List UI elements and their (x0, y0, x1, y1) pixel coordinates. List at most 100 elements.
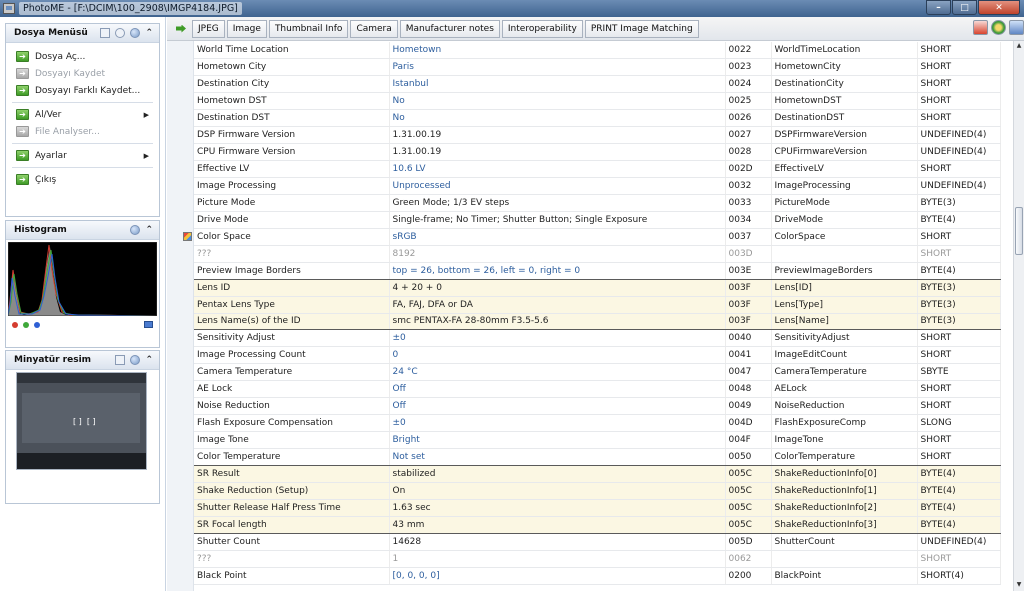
tab-jpeg[interactable]: JPEG (192, 19, 225, 38)
cell-field: DSPFirmwareVersion (771, 126, 918, 145)
cell-name: Color Space (194, 228, 390, 246)
cell-name: Preview Image Borders (194, 262, 390, 280)
tab-manufacturer-notes[interactable]: Manufacturer notes (399, 19, 500, 38)
cell-field: ShakeReductionInfo[1] (771, 482, 918, 500)
table-row[interactable]: Destination DST No 0026 DestinationDST SHORT (194, 109, 1001, 128)
cell-value: 0 (389, 346, 726, 365)
file-menu-header[interactable]: Dosya Menüsü ⌃ (6, 24, 159, 43)
table-row[interactable]: Lens ID 4 + 20 + 0 003F Lens[ID] BYTE(3) (194, 279, 1001, 297)
histogram-scale-icon[interactable] (144, 321, 153, 328)
cell-name: Hometown City (194, 58, 390, 77)
cell-tag: 0027 (725, 126, 772, 145)
table-row[interactable]: Effective LV 10.6 LV 002D EffectiveLV SHORT (194, 160, 1001, 178)
table-row[interactable]: Destination City Istanbul 0024 DestinationC… (194, 75, 1001, 94)
table-row[interactable]: World Time Location Hometown 0022 WorldTime… (194, 42, 1001, 60)
cell-value: 10.6 LV (389, 160, 726, 178)
table-row[interactable]: Drive Mode Single-frame; No Timer; Shutte… (194, 211, 1001, 229)
cell-tag: 0025 (725, 92, 772, 111)
menu-item-label: File Analyser... (35, 126, 100, 137)
table-row[interactable]: Image Processing Unprocessed 0032 ImageProc… (194, 177, 1001, 195)
menu-item[interactable]: ➔ Dosya Aç... (6, 48, 159, 65)
table-row[interactable]: Image Tone Bright 004F ImageTone SHORT (194, 431, 1001, 449)
collapse-icon[interactable]: ⌃ (145, 355, 153, 365)
table-row[interactable]: Preview Image Borders top = 26, bottom = … (194, 262, 1001, 280)
blue-channel-icon[interactable] (34, 322, 40, 328)
cell-tag: 003F (725, 296, 772, 314)
red-channel-icon[interactable] (12, 322, 18, 328)
collapse-icon[interactable]: ⌃ (145, 225, 153, 235)
cell-tag: 005C (725, 499, 772, 517)
tab-camera[interactable]: Camera (350, 19, 398, 38)
help-icon[interactable] (130, 225, 141, 235)
table-row[interactable]: AE Lock Off 0048 AELock SHORT (194, 380, 1001, 399)
menu-item[interactable]: ➔ Dosyayı Farklı Kaydet... (6, 82, 159, 99)
green-channel-icon[interactable] (23, 322, 29, 328)
menu-item[interactable]: ➔ Çıkış (6, 171, 159, 188)
table-row[interactable]: Lens Name(s) of the ID smc PENTAX-FA 28-8… (194, 313, 1001, 331)
histogram-svg (8, 242, 157, 316)
table-row[interactable]: Shutter Release Half Press Time 1.63 sec 0… (194, 499, 1001, 517)
menu-item[interactable]: ➔ Al/Ver ▶ (6, 106, 159, 123)
table-row[interactable]: SR Result stabilized 005C ShakeReductionInf… (194, 465, 1001, 483)
table-row[interactable]: Hometown DST No 0025 HometownDST SHORT (194, 92, 1001, 111)
app-icon[interactable] (3, 3, 15, 14)
table-row[interactable]: Pentax Lens Type FA, FAJ, DFA or DA 003F Le… (194, 296, 1001, 314)
scroll-down-icon[interactable]: ▼ (1014, 580, 1024, 590)
cell-value: Not set (389, 448, 726, 466)
table-row[interactable]: Noise Reduction Off 0049 NoiseReduction SHOR… (194, 397, 1001, 416)
menu-item: ➔ Dosyayı Kaydet (6, 65, 159, 82)
scroll-thumb[interactable] (1015, 207, 1023, 255)
table-row[interactable]: CPU Firmware Version 1.31.00.19 0028 CPUFir… (194, 143, 1001, 162)
help-icon[interactable] (130, 355, 141, 365)
table-row[interactable]: ??? 8192 003D SHORT (194, 245, 1001, 263)
scroll-up-icon[interactable]: ▲ (1014, 41, 1024, 51)
search-icon[interactable] (115, 28, 126, 38)
forward-arrow-icon[interactable] (176, 24, 186, 33)
tab-thumbnail-info[interactable]: Thumbnail Info (268, 19, 349, 38)
collapse-icon[interactable]: ⌃ (145, 28, 153, 38)
tab-toolbar: JPEG Image Thumbnail Info Camera Manufacture… (167, 17, 1024, 41)
table-row[interactable]: Color Temperature Not set 0050 ColorTempera… (194, 448, 1001, 466)
table-row[interactable]: ??? 1 0062 SHORT (194, 550, 1001, 568)
table-row[interactable]: Flash Exposure Compensation ±0 004D FlashEx… (194, 414, 1001, 433)
tab-interoperability[interactable]: Interoperability (501, 19, 583, 38)
arrow-icon: ➔ (16, 109, 29, 120)
cell-tag: 004D (725, 414, 772, 433)
globe-icon[interactable] (991, 20, 1006, 35)
grid-icon[interactable] (115, 355, 126, 365)
table-row[interactable]: Sensitivity Adjust ±0 0040 SensitivityAdjus… (194, 329, 1001, 348)
cell-type: BYTE(3) (917, 194, 1001, 212)
vertical-scrollbar[interactable]: ▲ ▼ (1013, 41, 1024, 591)
thumbnail-header[interactable]: Minyatür resim ⌃ (6, 351, 159, 370)
table-row[interactable]: Shake Reduction (Setup) On 005C ShakeReduct… (194, 482, 1001, 500)
help-icon[interactable] (130, 28, 141, 38)
table-row[interactable]: SR Focal length 43 mm 005C ShakeReductionIn… (194, 516, 1001, 534)
thumbnail-title: Minyatür resim (14, 355, 92, 365)
histogram-graph (8, 242, 157, 316)
table-row[interactable]: Picture Mode Green Mode; 1/3 EV steps 0033… (194, 194, 1001, 212)
table-row[interactable]: Image Processing Count 0 0041 ImageEditCoun… (194, 346, 1001, 365)
pdf-icon[interactable] (973, 20, 988, 35)
cell-type: SLONG (917, 414, 1001, 433)
menu-item[interactable]: ➔ Ayarlar ▶ (6, 147, 159, 164)
menu-separator (12, 143, 153, 144)
tab-image[interactable]: Image (226, 19, 267, 38)
pin-icon[interactable] (100, 28, 111, 38)
cell-name: Color Temperature (194, 448, 390, 466)
screen-icon[interactable] (1009, 20, 1024, 35)
table-row[interactable]: Shutter Count 14628 005D ShutterCount UNDEFI… (194, 533, 1001, 551)
histogram-header[interactable]: Histogram ⌃ (6, 221, 159, 240)
table-row[interactable]: Color Space sRGB 0037 ColorSpace SHORT (194, 228, 1001, 246)
table-row[interactable]: Black Point [0, 0, 0, 0] 0200 BlackPoint SHO… (194, 567, 1001, 585)
cell-name: Picture Mode (194, 194, 390, 212)
maximize-button[interactable]: □ (952, 0, 977, 15)
table-row[interactable]: Camera Temperature 24 °C 0047 CameraTempera… (194, 363, 1001, 382)
table-row[interactable]: Hometown City Paris 0023 HometownCity SHORT (194, 58, 1001, 77)
arrow-icon: ➔ (16, 126, 29, 137)
tab-print-image-matching[interactable]: PRINT Image Matching (584, 19, 699, 38)
close-button[interactable]: ✕ (978, 0, 1020, 15)
cell-type: BYTE(4) (917, 465, 1001, 483)
minimize-button[interactable]: – (926, 0, 951, 15)
cell-type: BYTE(4) (917, 499, 1001, 517)
table-row[interactable]: DSP Firmware Version 1.31.00.19 0027 DSPFir… (194, 126, 1001, 145)
